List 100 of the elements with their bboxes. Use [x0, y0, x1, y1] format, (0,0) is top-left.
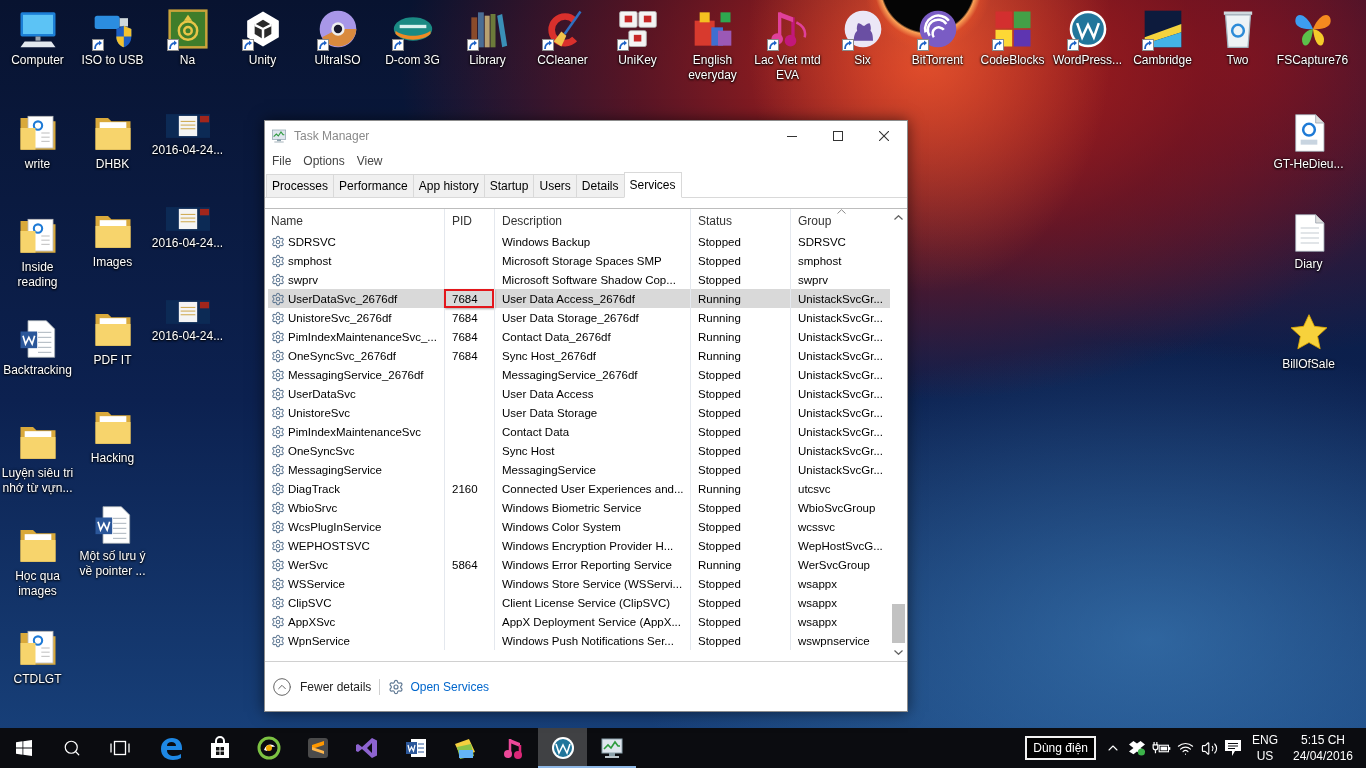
icon-label[interactable]: D-com 3G [385, 53, 440, 68]
icon-label[interactable]: Two [1226, 53, 1249, 68]
icon-label[interactable]: 2016-04-24... [151, 329, 224, 344]
table-row[interactable]: UnistoreSvc User Data Storage Stopped UnistackSvcGr... [268, 403, 890, 422]
open-box-icon[interactable] [1128, 740, 1146, 756]
icon-label[interactable]: CTDLGT [13, 672, 62, 687]
table-cell: Running [690, 289, 790, 308]
fewer-details-button[interactable]: Fewer details [272, 676, 372, 697]
taskbar-app-button[interactable] [538, 728, 587, 768]
icon-label[interactable]: 2016-04-24... [151, 236, 224, 251]
gear-icon [271, 272, 285, 287]
tab[interactable]: App history [412, 174, 485, 197]
tab[interactable]: Users [533, 174, 577, 197]
key-tiles-icon[interactable] [617, 9, 658, 49]
icon-label[interactable]: BillOfSale [1282, 357, 1335, 372]
table-row[interactable]: UserDataSvc User Data Access Stopped UnistackSvcGr... [268, 384, 890, 403]
table-row[interactable]: WSService Windows Store Service (WSServi... Stopped wsappx [268, 574, 890, 593]
language-indicator[interactable]: ENG US [1245, 732, 1285, 764]
table-row[interactable]: OneSyncSvc Sync Host Stopped UnistackSvcGr... [268, 441, 890, 460]
tab[interactable]: Startup [483, 174, 535, 197]
icon-label[interactable]: Computer [11, 53, 64, 68]
icon-label[interactable]: CodeBlocks [980, 53, 1045, 68]
clock[interactable]: 5:15 CH 24/04/2016 [1285, 732, 1361, 764]
tab[interactable]: Services [623, 172, 682, 198]
column-header[interactable]: PID [444, 209, 494, 232]
notification-icon[interactable] [1225, 740, 1241, 756]
scrollbar-thumb[interactable] [892, 604, 905, 643]
arc-circle-icon[interactable] [917, 9, 958, 49]
screenshot-thumbnail-icon[interactable] [165, 300, 210, 324]
tab[interactable]: Details [575, 174, 625, 197]
table-row[interactable]: WpnService Windows Push Notifications Ser... Stopped wswpnservice [268, 631, 890, 650]
icon-label[interactable]: Diary [1294, 257, 1323, 272]
table-row[interactable]: SDRSVC Windows Backup Stopped SDRSVC [268, 232, 890, 251]
icon-label[interactable]: Backtracking [3, 363, 72, 378]
icon-label[interactable]: BitTorrent [911, 53, 964, 68]
table-row[interactable]: MessagingService MessagingService Stopped UnistackSvcGr... [268, 460, 890, 479]
menu-item[interactable]: Options [303, 153, 345, 169]
screenshot-thumbnail-icon[interactable] [165, 114, 210, 138]
icon-label[interactable]: GT-HeDieu... [1273, 157, 1344, 172]
tab[interactable]: Processes [266, 174, 335, 197]
icon-label[interactable]: 2016-04-24... [151, 143, 224, 158]
table-row[interactable]: OneSyncSvc_2676df 7684 Sync Host_2676df Running UnistackSvcGr... [268, 346, 890, 365]
icon-label[interactable]: DHBK [95, 157, 130, 172]
disc-icon[interactable] [317, 9, 358, 49]
table-cell: Stopped [690, 232, 790, 251]
volume-icon[interactable] [1200, 739, 1218, 757]
icon-label[interactable]: Unity [248, 53, 277, 68]
icon-label[interactable]: CCleaner [537, 53, 588, 68]
icon-label[interactable]: UltraISO [314, 53, 361, 68]
colored-blocks-icon[interactable] [692, 9, 733, 49]
column-header[interactable]: Description [494, 209, 690, 232]
icon-label[interactable]: Six [854, 53, 871, 68]
icon-label[interactable]: PDF IT [93, 353, 132, 368]
icon-label[interactable]: Cambridge [1133, 53, 1192, 68]
icon-label[interactable]: Library [469, 53, 506, 68]
slanted-flag-icon[interactable] [1142, 9, 1183, 49]
icon-label[interactable]: Học qua images [0, 569, 75, 599]
icon-label[interactable]: Lac Viet mtd EVA [750, 53, 825, 83]
icon-label[interactable]: English everyday [675, 53, 750, 83]
column-header[interactable]: Name [268, 209, 444, 232]
table-row[interactable]: AppXSvc AppX Deployment Service (AppX... Stopped wsappx [268, 612, 890, 631]
icon-label[interactable]: Images [92, 255, 133, 270]
icon-label[interactable]: WordPress... [1052, 53, 1123, 68]
star-icon[interactable] [1288, 313, 1329, 353]
icon-label[interactable]: write [24, 157, 51, 172]
screenshot-thumbnail-icon[interactable] [165, 207, 210, 231]
chevron-down-icon[interactable] [894, 650, 903, 655]
icon-label[interactable]: Luyện siêu tri nhớ từ vựn... [0, 466, 75, 496]
table-row[interactable]: WbioSrvc Windows Biometric Service Stopped WbioSvcGroup [268, 498, 890, 517]
chevron-up-icon[interactable] [894, 215, 903, 220]
circle-logo-icon[interactable] [1067, 9, 1108, 49]
column-header[interactable]: Status [690, 209, 790, 232]
icon-label[interactable]: Inside reading [0, 260, 75, 290]
table-row[interactable]: WEPHOSTSVC Windows Encryption Provider H... Stopped WepHostSvcG... [268, 536, 890, 555]
cat-circle-icon[interactable] [842, 9, 883, 49]
icon-label[interactable]: Hacking [90, 451, 135, 466]
table-row[interactable]: UnistoreSvc_2676df 7684 User Data Storage_2676df Running UnistackSvcGr... [268, 308, 890, 327]
icon-label[interactable]: Na [179, 53, 196, 68]
menu-item[interactable]: File [272, 153, 292, 169]
table-row[interactable]: ClipSVC Client License Service (ClipSVC) Stopped wsappx [268, 593, 890, 612]
table-row[interactable]: UserDataSvc_2676df 7684 User Data Access_2676df Running UnistackSvcGr... [268, 289, 890, 308]
table-row[interactable]: MessagingService_2676df MessagingService_2676df Stopped UnistackSvcGr... [268, 365, 890, 384]
table-row[interactable]: WcsPlugInService Windows Color System Stopped wcssvc [268, 517, 890, 536]
table-row[interactable]: DiagTrack 2160 Connected User Experiences and... Running utcsvc [268, 479, 890, 498]
icon-label[interactable]: Một số lưu ý về pointer ... [75, 549, 150, 579]
swirl-tile-icon[interactable] [167, 9, 208, 49]
menu-item[interactable]: View [356, 153, 383, 169]
table-row[interactable]: PimIndexMaintenanceSvc_... 7684 Contact Data_2676df Running UnistackSvcGr... [268, 327, 890, 346]
open-services-link[interactable]: Open Services [410, 679, 490, 694]
table-row[interactable]: PimIndexMaintenanceSvc Contact Data Stopped UnistackSvcGr... [268, 422, 890, 441]
table-row[interactable]: WerSvc 5864 Windows Error Reporting Service Running WerSvcGroup [268, 555, 890, 574]
icon-label[interactable]: UniKey [618, 53, 657, 68]
table-row[interactable]: smphost Microsoft Storage Spaces SMP Stopped smphost [268, 251, 890, 270]
battery-plug-icon[interactable] [1151, 741, 1171, 755]
icon-label[interactable]: FSCapture76 [1276, 53, 1349, 68]
icon-label[interactable]: ISO to USB [81, 53, 144, 68]
table-cell: Stopped [690, 498, 790, 517]
table-cell: Stopped [690, 422, 790, 441]
tab[interactable]: Performance [333, 174, 414, 197]
column-header[interactable]: Group [790, 209, 890, 232]
